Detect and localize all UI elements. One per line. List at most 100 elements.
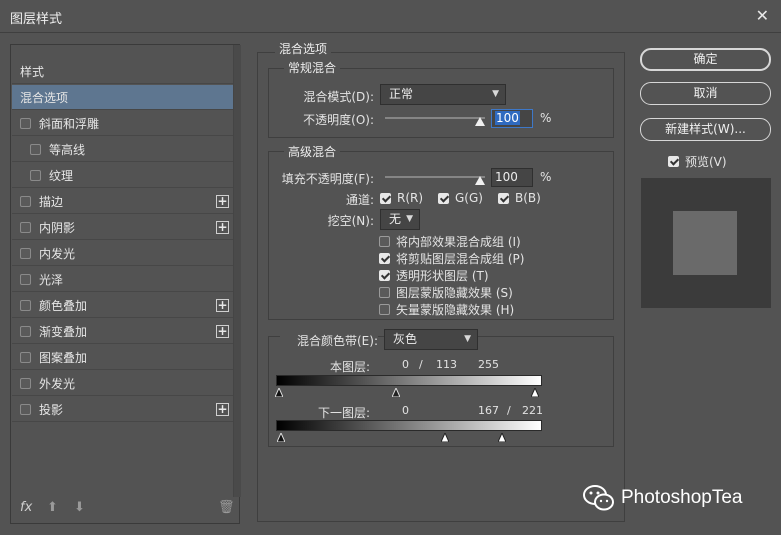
style-item-label: 外发光: [39, 376, 76, 391]
advanced-option-checkbox[interactable]: 图层蒙版隐藏效果 (S): [379, 284, 513, 301]
ok-button[interactable]: 确定: [640, 48, 771, 71]
style-item-label: 纹理: [49, 168, 74, 183]
style-item-label: 混合选项: [20, 90, 69, 105]
this-layer-white-handle[interactable]: [531, 388, 539, 397]
chevron-down-icon: ▼: [464, 334, 471, 344]
underlying-layer-gradient: [276, 420, 542, 431]
blend-options-title: 混合选项: [275, 40, 332, 57]
channel-b-checkbox[interactable]: B(B): [498, 191, 541, 205]
add-effect-icon[interactable]: +: [216, 325, 229, 338]
close-icon[interactable]: ✕: [756, 6, 769, 25]
style-item[interactable]: 内发光: [12, 241, 233, 266]
blend-if-select[interactable]: 灰色 ▼: [384, 329, 478, 350]
style-checkbox[interactable]: [20, 299, 31, 311]
channel-g-label: G(G): [455, 191, 483, 205]
style-checkbox[interactable]: [20, 247, 31, 259]
advanced-option-label: 将内部效果混合成组 (I): [396, 235, 521, 249]
blend-mode-label: 混合模式(D):: [303, 90, 374, 104]
style-checkbox[interactable]: [30, 169, 41, 181]
channel-r-checkbox[interactable]: R(R): [380, 191, 423, 205]
style-checkbox[interactable]: [30, 143, 41, 155]
watermark-text: PhotoshopTea: [621, 487, 743, 508]
style-item-label: 颜色叠加: [39, 298, 88, 313]
style-item[interactable]: 图案叠加: [12, 345, 233, 370]
new-style-button[interactable]: 新建样式(W)...: [640, 118, 771, 141]
move-up-icon[interactable]: ⬆: [47, 500, 58, 515]
style-item[interactable]: 纹理: [12, 163, 233, 188]
preview-checkbox[interactable]: 预览(V): [668, 153, 727, 170]
underlying-layer-white-split: 167: [478, 404, 499, 417]
this-layer-split-handle[interactable]: [392, 388, 400, 397]
style-item-label: 样式: [20, 64, 45, 79]
style-item[interactable]: 外发光: [12, 371, 233, 396]
check-icon: [379, 236, 390, 247]
check-icon: [380, 192, 391, 204]
fill-opacity-input[interactable]: 100: [491, 168, 533, 187]
style-item[interactable]: 斜面和浮雕: [12, 111, 233, 136]
fill-slider-track[interactable]: [385, 176, 485, 178]
style-checkbox[interactable]: [20, 221, 31, 233]
style-item[interactable]: 混合选项: [12, 85, 233, 110]
chevron-down-icon: ▼: [406, 214, 413, 224]
underlying-split-handle[interactable]: [441, 433, 449, 442]
style-item-label: 等高线: [49, 142, 86, 157]
opacity-label: 不透明度(O):: [303, 113, 374, 127]
add-effect-icon[interactable]: +: [216, 403, 229, 416]
cancel-button[interactable]: 取消: [640, 82, 771, 105]
advanced-option-label: 矢量蒙版隐藏效果 (H): [396, 303, 515, 317]
check-icon: [379, 253, 390, 264]
fx-icon[interactable]: fx: [20, 500, 32, 515]
style-item[interactable]: 光泽: [12, 267, 233, 292]
blend-if-label: 混合颜色带(E):: [280, 332, 378, 349]
watermark: PhotoshopTea: [583, 484, 743, 512]
add-effect-icon[interactable]: +: [216, 221, 229, 234]
opacity-input[interactable]: 100: [491, 109, 533, 128]
style-checkbox[interactable]: [20, 273, 31, 285]
style-item[interactable]: 颜色叠加 +: [12, 293, 233, 318]
style-item[interactable]: 等高线: [12, 137, 233, 162]
trash-icon[interactable]: 🗑: [218, 500, 235, 515]
move-down-icon[interactable]: ⬇: [74, 500, 85, 515]
style-item[interactable]: 渐变叠加 +: [12, 319, 233, 344]
style-item[interactable]: 样式: [12, 59, 233, 84]
style-checkbox[interactable]: [20, 351, 31, 363]
underlying-black-handle[interactable]: [277, 433, 285, 442]
this-layer-label: 本图层:: [329, 360, 370, 374]
check-icon: [379, 304, 390, 315]
opacity-slider-track[interactable]: [385, 117, 485, 119]
advanced-option-checkbox[interactable]: 将剪贴图层混合成组 (P): [379, 250, 524, 267]
add-effect-icon[interactable]: +: [216, 299, 229, 312]
advanced-option-checkbox[interactable]: 矢量蒙版隐藏效果 (H): [379, 301, 514, 318]
style-checkbox[interactable]: [20, 403, 31, 415]
styles-scrollbar[interactable]: [233, 45, 241, 497]
preview-swatch: [673, 211, 737, 275]
add-effect-icon[interactable]: +: [216, 195, 229, 208]
underlying-layer-label: 下一图层:: [317, 406, 370, 420]
style-item-label: 内发光: [39, 246, 76, 261]
chevron-down-icon: ▼: [492, 89, 499, 99]
knockout-select[interactable]: 无 ▼: [380, 209, 420, 230]
style-checkbox[interactable]: [20, 325, 31, 337]
wechat-icon: [583, 485, 614, 511]
opacity-slider-thumb[interactable]: [475, 117, 485, 126]
underlying-white-handle[interactable]: [498, 433, 506, 442]
style-item[interactable]: 投影 +: [12, 397, 233, 422]
underlying-layer-white: 221: [522, 404, 543, 417]
style-item[interactable]: 描边 +: [12, 189, 233, 214]
style-checkbox[interactable]: [20, 377, 31, 389]
this-layer-black-handle[interactable]: [275, 388, 283, 397]
blend-mode-select[interactable]: 正常 ▼: [380, 84, 506, 105]
opacity-unit: %: [540, 111, 552, 125]
opacity-value: 100: [495, 111, 520, 125]
advanced-blending-title: 高级混合: [284, 143, 341, 160]
advanced-option-checkbox[interactable]: 透明形状图层 (T): [379, 267, 489, 284]
underlying-layer-separator: /: [507, 404, 511, 417]
style-item[interactable]: 内阴影 +: [12, 215, 233, 240]
style-checkbox[interactable]: [20, 117, 31, 129]
this-layer-black-split: 113: [436, 358, 457, 371]
advanced-option-checkbox[interactable]: 将内部效果混合成组 (I): [379, 233, 521, 250]
style-checkbox[interactable]: [20, 195, 31, 207]
advanced-option-label: 透明形状图层 (T): [396, 269, 489, 283]
fill-slider-thumb[interactable]: [475, 176, 485, 185]
channel-g-checkbox[interactable]: G(G): [438, 191, 483, 205]
